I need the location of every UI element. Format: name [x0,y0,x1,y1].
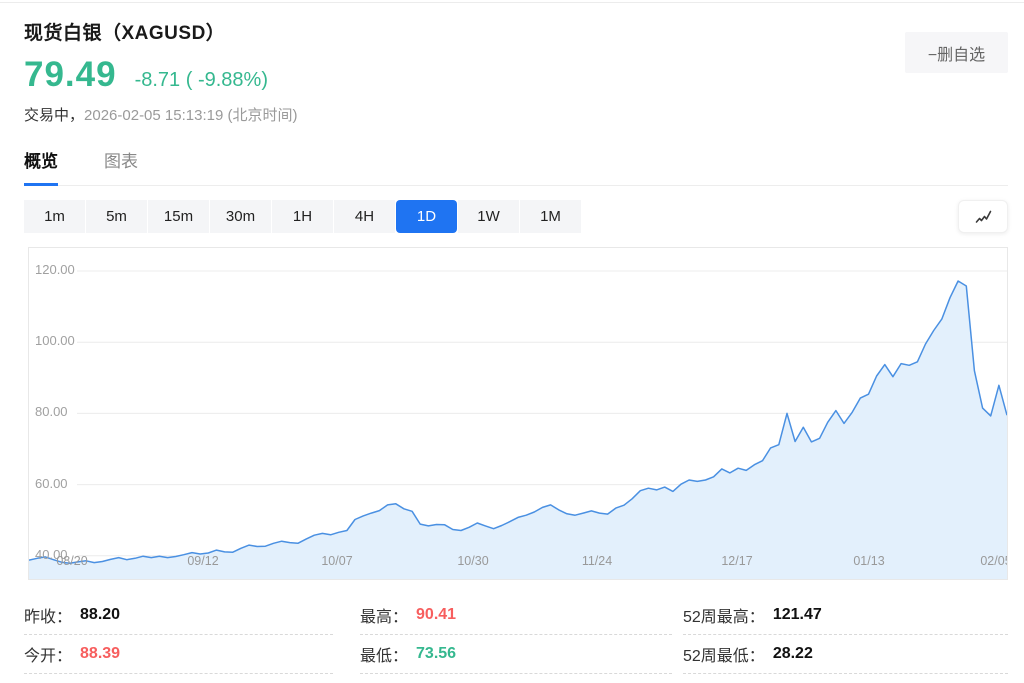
y-axis-label: 120.00 [35,262,75,277]
tab-概览[interactable]: 概览 [24,147,58,185]
period-button-15m[interactable]: 15m [148,200,209,233]
x-axis-label: 10/07 [321,554,352,568]
period-button-4H[interactable]: 4H [334,200,395,233]
stat-52w-low: 52周最低： 28.22 [683,635,1008,674]
stat-day-low: 最低： 73.56 [360,635,672,674]
x-axis-label: 11/24 [582,554,612,568]
period-button-30m[interactable]: 30m [210,200,271,233]
quote-timestamp: 2026-02-05 15:13:19 (北京时间) [84,107,297,124]
period-toolbar: 1m5m15m30m1H4H1D1W1M [24,200,1008,233]
period-button-1M[interactable]: 1M [520,200,581,233]
last-price: 79.49 [24,55,117,95]
y-axis-label: 60.00 [35,476,68,491]
period-button-1m[interactable]: 1m [24,200,85,233]
period-button-1H[interactable]: 1H [272,200,333,233]
x-axis-label: 08/20 [56,554,87,568]
instrument-header: 现货白银（XAGUSD） −删自选 79.49 -8.71 ( -9.88%) … [0,0,1024,125]
period-selector: 1m5m15m30m1H4H1D1W1M [24,200,1008,233]
stat-open: 今开： 88.39 [24,635,333,674]
stat-prev-close: 昨收： 88.20 [24,596,333,635]
period-button-1W[interactable]: 1W [458,200,519,233]
x-axis-label: 12/17 [721,554,752,568]
y-axis-label: 100.00 [35,333,75,348]
x-axis-label: 09/12 [187,554,218,568]
trading-status: 交易中， [24,107,84,124]
period-button-5m[interactable]: 5m [86,200,147,233]
chart-canvas [29,248,1007,579]
tab-图表[interactable]: 图表 [104,147,138,185]
x-axis-label: 01/13 [853,554,884,568]
period-button-1D[interactable]: 1D [396,200,457,233]
y-axis-label: 80.00 [35,404,68,419]
instrument-title: 现货白银（XAGUSD） [24,18,1008,45]
line-chart-icon [974,209,993,225]
x-axis-label: 02/05 [980,554,1008,568]
view-tabs: 概览 图表 [24,147,1008,186]
remove-watchlist-button[interactable]: −删自选 [905,32,1008,73]
chart-style-button[interactable] [958,200,1008,233]
price-area-chart[interactable]: 40.0060.0080.00100.00120.0008/2009/1210/… [28,247,1008,580]
stat-day-high: 最高： 90.41 [360,596,672,635]
price-change: -8.71 ( -9.88%) [135,69,268,92]
stat-52w-high: 52周最高： 121.47 [683,596,1008,635]
x-axis-label: 10/30 [457,554,488,568]
quote-stats: 昨收： 88.20 今开： 88.39 最高： 90.41 最低： 73.56 … [24,596,1008,674]
